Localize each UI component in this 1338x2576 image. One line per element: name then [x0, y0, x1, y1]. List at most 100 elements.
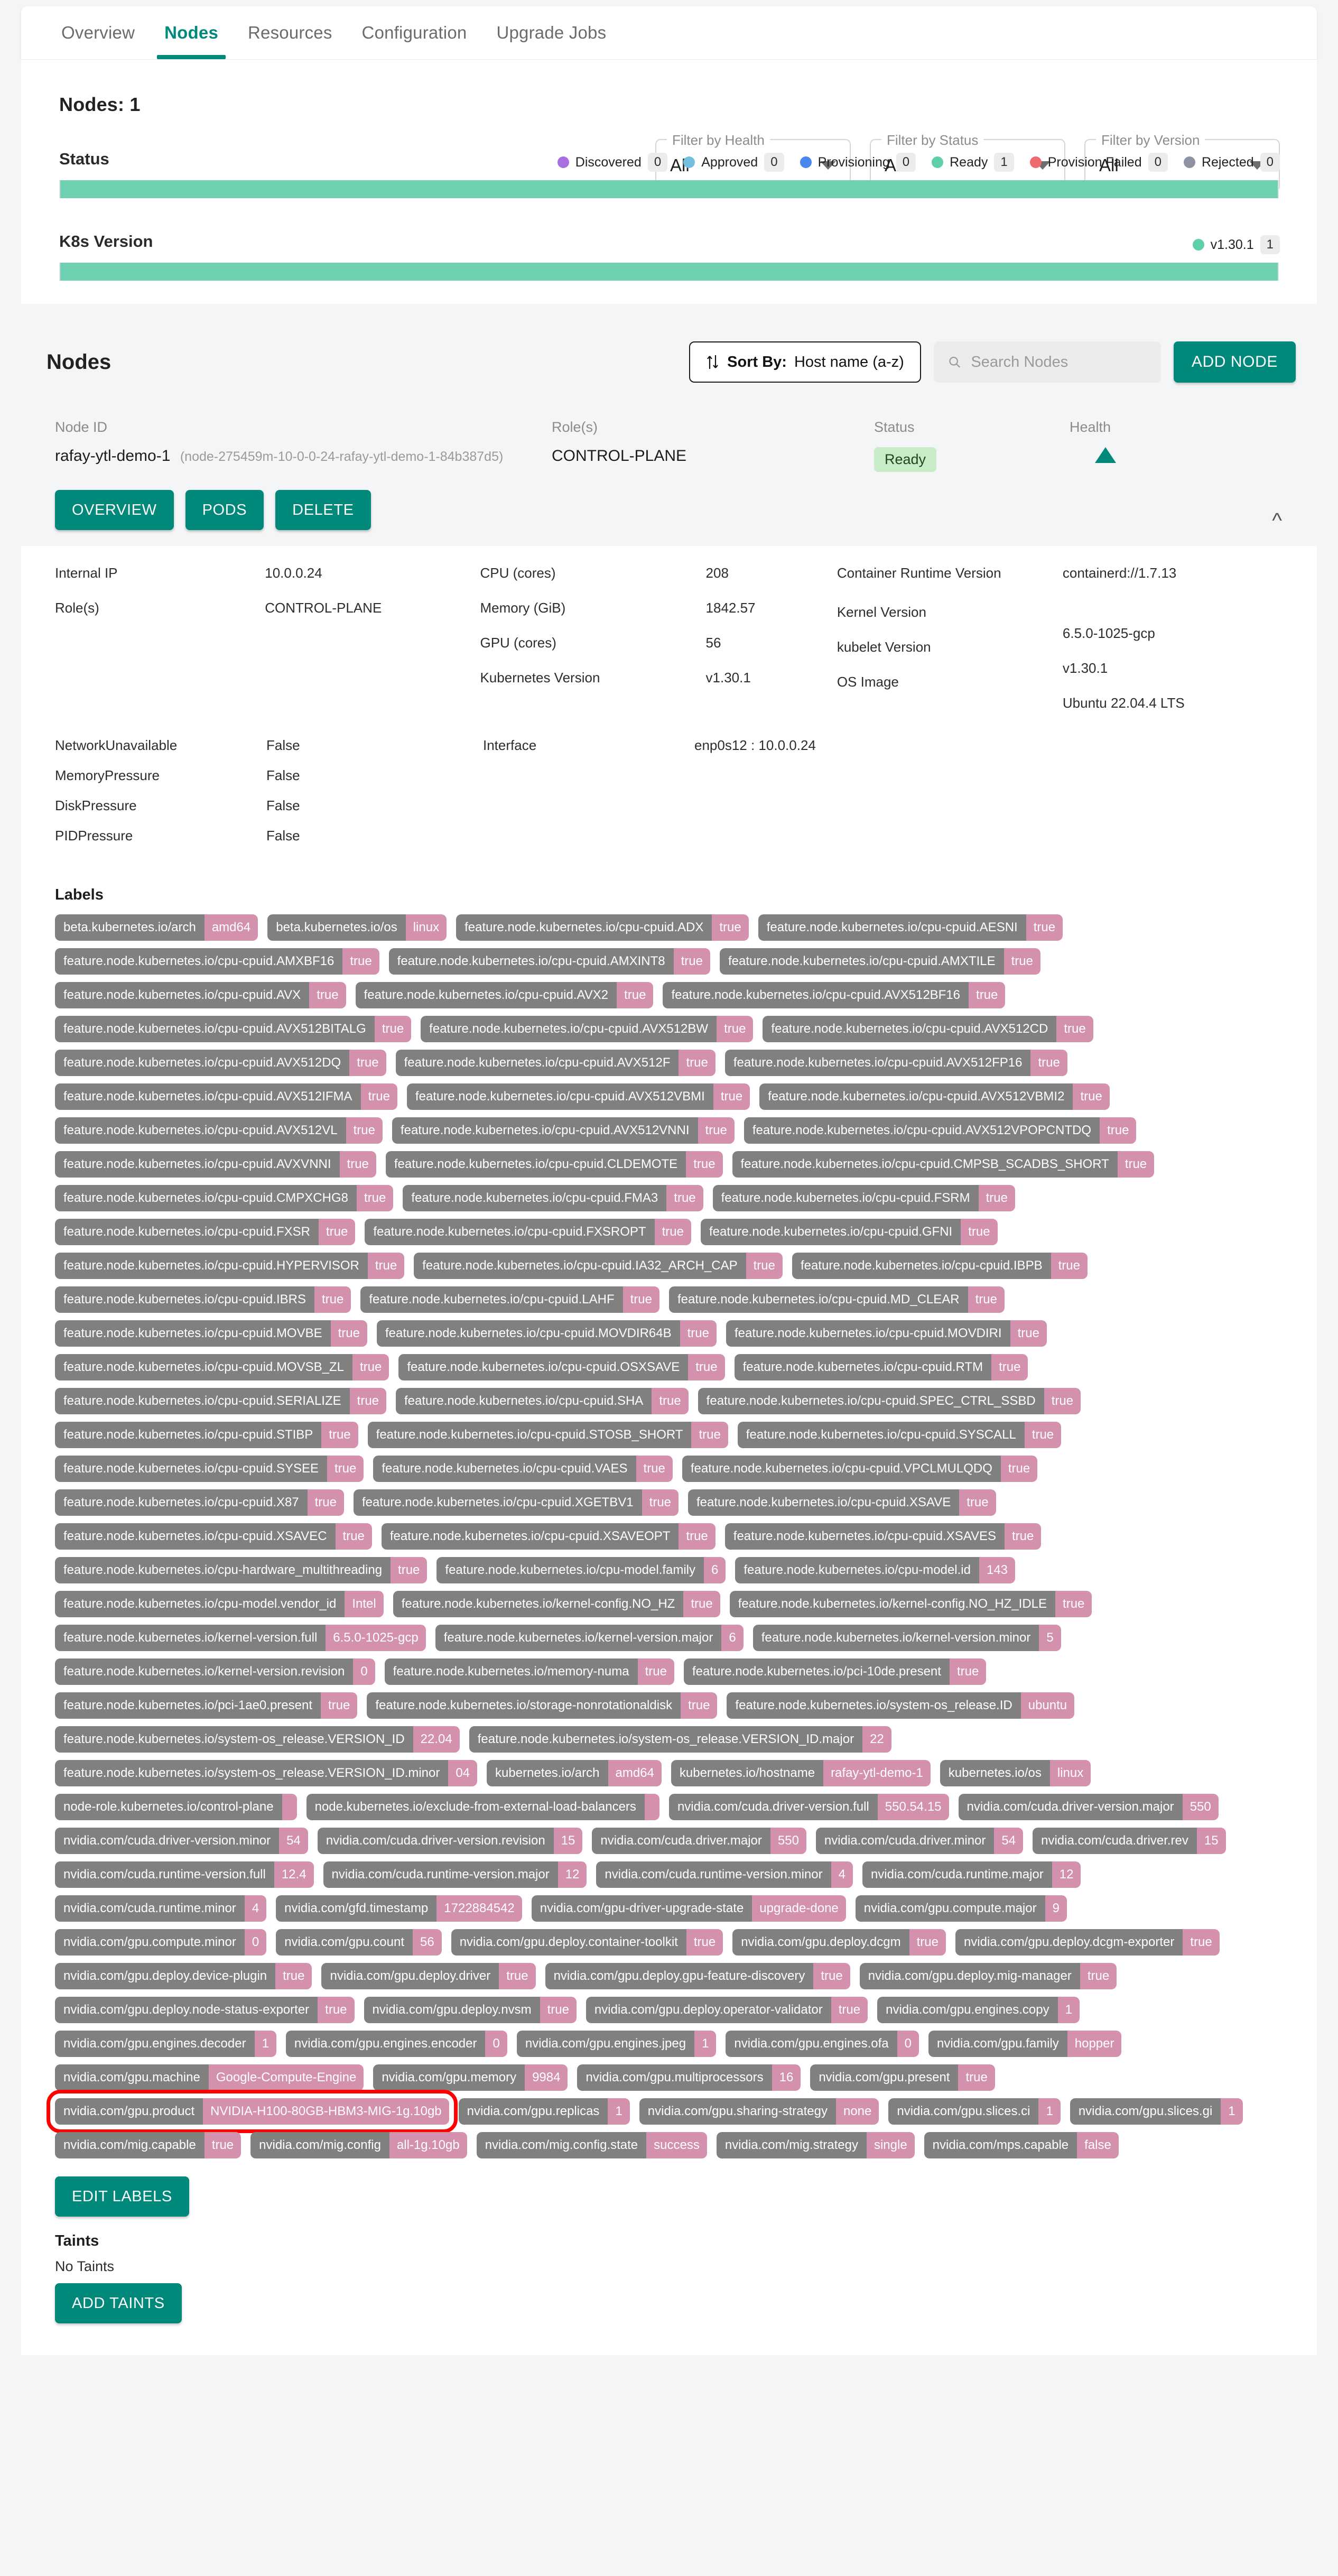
label-chip: nvidia.com/gpu-driver-upgrade-state upgra…: [531, 1895, 846, 1922]
info-key: Internal IP: [55, 565, 118, 581]
info-row: GPU (cores): [480, 635, 705, 656]
label-chip-key: feature.node.kubernetes.io/cpu-cpuid.AVX…: [421, 1016, 717, 1042]
label-chip-value: true: [637, 1658, 674, 1685]
search-nodes-input[interactable]: [970, 353, 1147, 372]
condition-row: NetworkUnavailable False: [55, 737, 483, 754]
info-value: 208: [705, 565, 729, 581]
condition-key: MemoryPressure: [55, 767, 160, 783]
condition-key: DiskPressure: [55, 798, 137, 813]
label-chip: feature.node.kubernetes.io/cpu-cpuid.IBP…: [792, 1253, 1088, 1279]
label-chip-value: true: [1073, 1083, 1110, 1110]
label-chip-value: linux: [405, 914, 447, 941]
label-chip: feature.node.kubernetes.io/cpu-model.id 1…: [735, 1557, 1016, 1583]
label-chip: feature.node.kubernetes.io/cpu-cpuid.GFN…: [700, 1219, 998, 1245]
sort-by-button[interactable]: Sort By: Host name (a-z): [689, 341, 921, 383]
status-legend-item-discovered[interactable]: Discovered 0: [557, 153, 668, 172]
label-chip: nvidia.com/mps.capable false: [924, 2132, 1119, 2158]
status-legend-item-rejected[interactable]: Rejected 0: [1183, 153, 1280, 172]
labels-chip-list: beta.kubernetes.io/arch amd64 beta.kuberne…: [47, 914, 1283, 2158]
label-chip-value: 4: [831, 1861, 853, 1888]
delete-button[interactable]: DELETE: [275, 490, 371, 530]
nodes-summary-card: Nodes: 1 Filter by Health All Filter by …: [21, 60, 1317, 304]
label-chip-key: feature.node.kubernetes.io/cpu-cpuid.AVX…: [55, 1151, 340, 1178]
tab-resources[interactable]: Resources: [233, 6, 347, 59]
k8s-version-legend-item[interactable]: v1.30.1 1: [1192, 235, 1280, 254]
label-chip-key: nvidia.com/cuda.driver.rev: [1033, 1828, 1197, 1854]
k8s-version-legend: v1.30.1 1: [1192, 235, 1280, 254]
label-chip-value: 04: [448, 1760, 478, 1786]
tab-nodes[interactable]: Nodes: [150, 6, 233, 59]
tab-upgrade-jobs[interactable]: Upgrade Jobs: [481, 6, 621, 59]
info-row: v1.30.1: [706, 670, 837, 691]
label-chip-key: feature.node.kubernetes.io/cpu-cpuid.XSA…: [381, 1523, 679, 1550]
label-chip: nvidia.com/cuda.driver-version.revision 1…: [317, 1828, 583, 1854]
status-legend-count: 0: [896, 153, 916, 172]
label-chip-value: true: [969, 982, 1006, 1008]
label-chip: nvidia.com/gpu.engines.decoder 1: [55, 2031, 276, 2057]
label-chip: nvidia.com/cuda.runtime-version.minor 4: [596, 1861, 853, 1888]
label-chip-value: true: [367, 1253, 405, 1279]
status-legend-item-provisioning[interactable]: Provisioning 0: [800, 153, 916, 172]
pods-button[interactable]: PODS: [185, 490, 264, 530]
label-chip-key: nvidia.com/cuda.driver-version.minor: [55, 1828, 280, 1854]
label-chip-key: nvidia.com/gpu.engines.copy: [877, 1997, 1058, 2023]
label-chip-value: 22: [862, 1726, 891, 1753]
label-chip: feature.node.kubernetes.io/kernel-config…: [729, 1591, 1092, 1617]
label-chip-key: feature.node.kubernetes.io/cpu-model.id: [735, 1557, 979, 1583]
label-chip-value: rafay-ytl-demo-1: [823, 1760, 931, 1786]
status-legend-item-provision-failed[interactable]: Provision Failed 0: [1029, 153, 1168, 172]
label-chip-value: true: [499, 1963, 536, 1989]
label-chip-key: nvidia.com/gpu.slices.ci: [888, 2098, 1039, 2125]
label-chip-key: nvidia.com/gpu.count: [276, 1929, 413, 1956]
label-chip-value: true: [642, 1489, 679, 1516]
label-chip: beta.kubernetes.io/arch amd64: [55, 914, 258, 941]
edit-labels-button[interactable]: EDIT LABELS: [55, 2176, 189, 2217]
node-id-value[interactable]: rafay-ytl-demo-1: [55, 447, 170, 465]
label-chip-value: upgrade-done: [752, 1895, 846, 1922]
label-chip-value: false: [1077, 2132, 1119, 2158]
label-chip-key: feature.node.kubernetes.io/cpu-cpuid.MD_…: [668, 1286, 968, 1313]
overview-button[interactable]: OVERVIEW: [55, 490, 174, 530]
label-chip-value: true: [683, 1591, 720, 1617]
label-chip-key: feature.node.kubernetes.io/cpu-cpuid.SYS…: [737, 1422, 1025, 1448]
label-chip-key: feature.node.kubernetes.io/cpu-cpuid.IBP…: [792, 1253, 1051, 1279]
label-chip-value: [282, 1794, 297, 1820]
label-chip: feature.node.kubernetes.io/cpu-cpuid.AVX…: [355, 982, 654, 1008]
chevron-up-icon[interactable]: ^: [1272, 510, 1282, 531]
label-chip: feature.node.kubernetes.io/cpu-cpuid.AVX…: [724, 1050, 1067, 1076]
search-icon: [949, 357, 960, 368]
label-chip: nvidia.com/gfd.timestamp 1722884542: [276, 1895, 522, 1922]
node-health-column: Health: [1070, 419, 1228, 472]
label-chip: nvidia.com/gpu.deploy.operator-validator…: [586, 1997, 868, 2023]
label-chip: feature.node.kubernetes.io/cpu-hardware_…: [55, 1557, 428, 1583]
search-nodes-box[interactable]: [933, 341, 1161, 383]
tab-configuration[interactable]: Configuration: [347, 6, 482, 59]
add-taints-button[interactable]: ADD TAINTS: [55, 2283, 182, 2323]
label-chip: nvidia.com/gpu.engines.copy 1: [877, 1997, 1080, 2023]
tab-overview[interactable]: Overview: [47, 6, 150, 59]
label-chip-key: feature.node.kubernetes.io/cpu-cpuid.FSR…: [712, 1185, 979, 1211]
add-node-button[interactable]: ADD NODE: [1173, 341, 1296, 383]
label-chip-value: true: [356, 1185, 394, 1211]
node-info-values-1: 10.0.0.24 CONTROL-PLANE: [265, 565, 480, 730]
label-chip-value: 1: [608, 2098, 630, 2125]
label-chip-value: true: [679, 1523, 716, 1550]
label-chip-value: true: [1117, 1151, 1155, 1178]
label-chip-key: feature.node.kubernetes.io/cpu-cpuid.RTM: [734, 1354, 992, 1380]
status-legend-item-approved[interactable]: Approved 0: [683, 153, 784, 172]
label-chip: nvidia.com/gpu.deploy.dcgm true: [732, 1929, 946, 1956]
label-chip: nvidia.com/gpu.deploy.driver true: [321, 1963, 536, 1989]
label-chip-value: true: [652, 1388, 689, 1414]
status-dot-ready: [932, 156, 944, 168]
node-conditions-left: NetworkUnavailable False MemoryPressure …: [55, 737, 483, 858]
info-value: 56: [705, 635, 721, 651]
label-chip-key: kubernetes.io/arch: [487, 1760, 608, 1786]
status-dot-rejected: [1183, 156, 1195, 168]
node-header-grid: Node ID rafay-ytl-demo-1 (node-275459m-1…: [55, 419, 1283, 472]
status-legend-item-ready[interactable]: Ready 1: [932, 153, 1014, 172]
label-chip-value: 9: [1045, 1895, 1067, 1922]
label-chip-value: true: [746, 1253, 783, 1279]
info-row: OS Image: [837, 674, 1063, 695]
nodes-count: Nodes: 1: [59, 94, 141, 115]
label-chip-value: 1722884542: [436, 1895, 522, 1922]
